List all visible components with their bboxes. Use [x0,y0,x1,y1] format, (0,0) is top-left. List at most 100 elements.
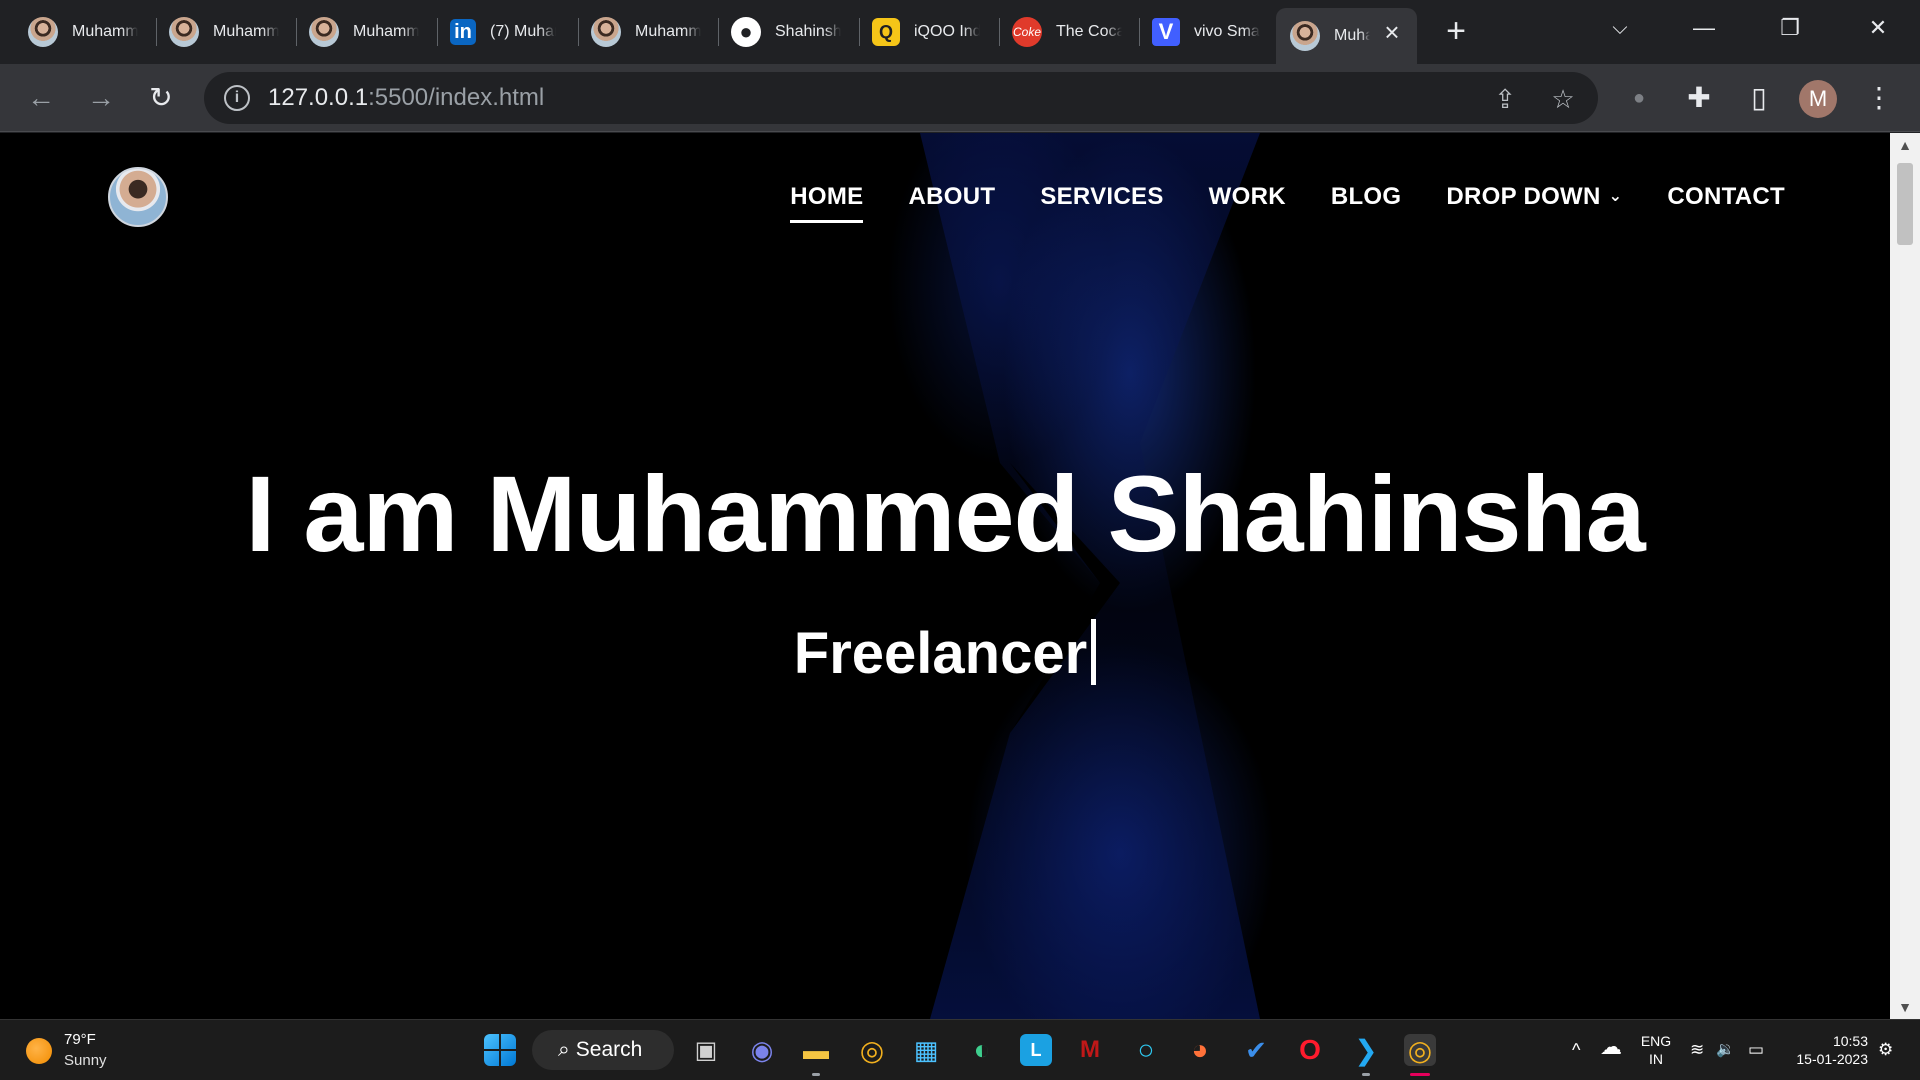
running-indicator [812,1073,820,1076]
tab-title: Muhammed Shahinsha [72,23,138,40]
time: 10:53 [1832,1033,1868,1049]
search-label: Search [575,1038,643,1061]
tab-5[interactable]: Muhammed Shahinsha [577,8,718,56]
search-icon: ⌕ [558,1038,570,1061]
running-indicator [1362,1073,1370,1076]
extensions-puzzle-icon[interactable]: ✚ [1682,81,1716,115]
weather-temperature[interactable]: 79°F [64,1031,96,1048]
nav-dropdown[interactable]: DROP DOWN ⌄ [1446,183,1622,211]
sun-icon[interactable] [26,1038,52,1064]
hero-title: I am Muhammed Shahinsha [245,453,1645,574]
browser-menu-icon[interactable]: ⋮ [1862,81,1896,115]
onedrive-cloud-icon[interactable]: ☁ [1600,1034,1622,1060]
linkedin-icon: in [450,19,476,45]
file-explorer-icon[interactable]: ▬ [800,1034,832,1066]
browser-toolbar: ← → ↻ i 127.0.0.1:5500/index.html ⇪ ☆ ● … [0,64,1920,132]
edge-icon[interactable]: ◐ [966,1034,998,1066]
volume-icon[interactable]: 🔉 [1716,1040,1735,1058]
tab-3[interactable]: Muhammed Shahinsha [295,8,436,56]
site-nav: HOME ABOUT SERVICES WORK BLOG DROP DOWN ⌄… [790,183,1785,223]
l-app-icon[interactable]: L [1020,1034,1052,1066]
tab-7[interactable]: Q iQOO India [858,8,999,56]
tab-8[interactable]: Coke The Coca-Cola [998,8,1139,56]
todo-icon[interactable]: ✔ [1240,1034,1272,1066]
weather-condition[interactable]: Sunny [64,1052,107,1069]
tab-active[interactable]: Muhammed × [1276,8,1417,64]
typed-text: Freelancer [793,621,1088,686]
nav-work[interactable]: WORK [1209,183,1286,211]
bookmark-star-icon[interactable]: ☆ [1548,84,1578,114]
nav-contact[interactable]: CONTACT [1667,183,1785,211]
tab-title: Muhammed [1334,27,1370,44]
language-indicator[interactable]: ENG IN [1638,1032,1674,1068]
github-icon: ● [731,17,761,47]
tab-title: Muhammed Shahinsha [353,23,419,40]
close-tab-icon[interactable]: × [1381,19,1403,45]
taskbar-search[interactable]: ⌕ Search [532,1030,674,1070]
show-hidden-icons[interactable]: ^ [1572,1040,1580,1061]
tab-title: iQOO India [914,23,980,40]
chrome-profile-icon[interactable]: ◎ [1404,1034,1436,1066]
clock[interactable]: 10:53 15-01-2023 [1788,1032,1868,1068]
page-viewport: HOME ABOUT SERVICES WORK BLOG DROP DOWN ⌄… [0,133,1890,1019]
date: 15-01-2023 [1796,1051,1868,1067]
tab-title: vivo Smartphones [1194,23,1260,40]
notification-icon[interactable]: ⚙ [1878,1040,1893,1060]
wifi-icon[interactable]: ≋ [1690,1040,1704,1060]
microsoft-store-icon[interactable]: ▦ [910,1034,942,1066]
battery-icon[interactable]: ▭ [1748,1040,1764,1060]
browser-tab-strip: Muhammed Shahinsha Muhammed Shahinsha Mu… [0,0,1920,64]
chevron-down-icon: ⌄ [1608,188,1623,205]
page-scrollbar[interactable]: ▲ ▼ [1890,133,1920,1019]
url-text[interactable]: 127.0.0.1:5500/index.html [268,84,544,112]
tab-search-dropdown-icon[interactable]: ⌵ [1600,10,1640,46]
minimize-button[interactable]: — [1684,10,1724,46]
coca-cola-icon: Coke [1012,17,1042,47]
firefox-icon[interactable]: ◕ [1184,1034,1216,1066]
vivo-icon: V [1152,18,1180,46]
tab-title: (7) Muhammed [490,23,556,40]
avatar-favicon [1290,21,1320,51]
avatar-favicon [28,17,58,47]
chrome-icon[interactable]: ◎ [856,1034,888,1066]
window-close-button[interactable]: ✕ [1858,10,1898,46]
address-bar[interactable]: i 127.0.0.1:5500/index.html ⇪ ☆ [204,72,1598,124]
language: ENG [1640,1033,1672,1049]
start-icon[interactable] [484,1034,516,1066]
scrollbar-thumb[interactable] [1897,163,1913,245]
windows-taskbar: 79°F Sunny ⌕ Search ▣ ◉ ▬ ◎ ▦ ◐ L M ○ ◕ … [0,1019,1920,1080]
maximize-button[interactable]: ❐ [1770,10,1810,46]
side-panel-icon[interactable]: ▯ [1742,81,1776,115]
tab-title: The Coca-Cola [1056,23,1122,40]
cortana-icon[interactable]: ○ [1130,1034,1162,1066]
nav-blog[interactable]: BLOG [1331,183,1402,211]
mcafee-icon[interactable]: M [1074,1034,1106,1066]
nav-home[interactable]: HOME [790,183,864,223]
site-info-icon[interactable]: i [224,85,250,111]
tab-4[interactable]: in (7) Muhammed [436,8,577,56]
extension-icon[interactable]: ● [1622,81,1656,115]
share-icon[interactable]: ⇪ [1490,84,1520,114]
reload-button[interactable]: ↻ [144,81,178,115]
iqoo-icon: Q [872,18,900,46]
site-logo-avatar[interactable] [108,167,168,227]
tab-title: Muhammed Shahinsha [213,23,279,40]
scroll-down-icon[interactable]: ▼ [1890,995,1920,1019]
nav-services[interactable]: SERVICES [1040,183,1163,211]
vscode-icon[interactable]: ❯ [1350,1034,1382,1066]
tab-9[interactable]: V vivo Smartphones [1138,8,1279,56]
back-button[interactable]: ← [24,81,58,115]
nav-dropdown-label: DROP DOWN [1446,183,1601,210]
forward-button[interactable]: → [84,81,118,115]
scroll-up-icon[interactable]: ▲ [1890,133,1920,157]
tab-1[interactable]: Muhammed Shahinsha [14,8,155,56]
opera-icon[interactable]: O [1294,1034,1326,1066]
profile-avatar[interactable]: M [1799,80,1837,118]
new-tab-button[interactable]: + [1438,14,1474,50]
tab-2[interactable]: Muhammed Shahinsha [155,8,296,56]
tab-6[interactable]: ● Shahinsha [717,8,858,56]
url-path: :5500/index.html [368,84,545,111]
teams-chat-icon[interactable]: ◉ [746,1034,778,1066]
task-view-icon[interactable]: ▣ [690,1034,722,1066]
nav-about[interactable]: ABOUT [908,183,995,211]
